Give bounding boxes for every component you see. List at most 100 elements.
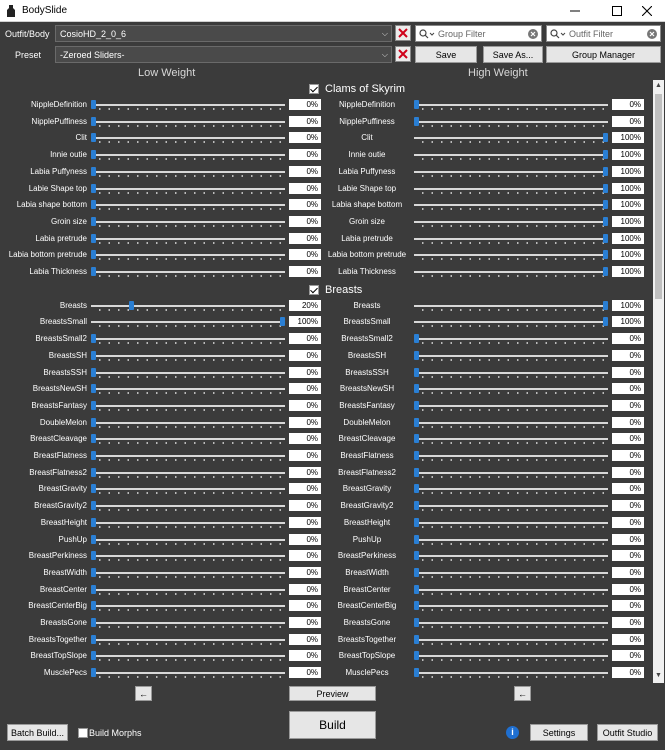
- low-weight-slider[interactable]: [91, 166, 285, 177]
- low-weight-slider[interactable]: [91, 400, 285, 411]
- slider-thumb[interactable]: [91, 350, 96, 360]
- high-weight-slider[interactable]: [414, 150, 608, 161]
- scrollbar-thumb[interactable]: [655, 94, 662, 299]
- low-weight-value-input[interactable]: 0%: [289, 500, 321, 512]
- slider-thumb[interactable]: [414, 334, 419, 344]
- slider-list[interactable]: Clams of Skyrim NippleDefinition 0% NippleD…: [5, 80, 652, 682]
- low-weight-slider[interactable]: [91, 216, 285, 227]
- high-weight-value-input[interactable]: 0%: [612, 533, 644, 545]
- high-weight-value-input[interactable]: 0%: [612, 99, 644, 110]
- low-weight-slider[interactable]: [91, 417, 285, 428]
- high-weight-slider[interactable]: [414, 484, 608, 495]
- low-weight-value-input[interactable]: 0%: [289, 349, 321, 361]
- high-weight-value-input[interactable]: 0%: [612, 115, 644, 127]
- low-weight-value-input[interactable]: 0%: [289, 132, 321, 144]
- slider-thumb[interactable]: [603, 216, 608, 226]
- group-header[interactable]: Breasts: [309, 282, 362, 298]
- low-weight-slider[interactable]: [91, 150, 285, 161]
- slider-thumb[interactable]: [414, 534, 419, 544]
- high-weight-value-input[interactable]: 0%: [612, 383, 644, 395]
- high-weight-slider[interactable]: [414, 618, 608, 628]
- scroll-up-icon[interactable]: ▲: [654, 82, 663, 91]
- slider-thumb[interactable]: [91, 200, 96, 210]
- high-weight-value-input[interactable]: 0%: [612, 516, 644, 528]
- slider-thumb[interactable]: [414, 384, 419, 394]
- high-weight-value-input[interactable]: 0%: [612, 333, 644, 345]
- high-weight-value-input[interactable]: 100%: [612, 316, 644, 328]
- low-weight-slider[interactable]: [91, 100, 285, 110]
- slider-thumb[interactable]: [414, 651, 419, 661]
- low-weight-value-input[interactable]: 0%: [289, 182, 321, 194]
- high-weight-slider[interactable]: [414, 400, 608, 411]
- low-weight-slider[interactable]: [91, 484, 285, 495]
- low-weight-value-input[interactable]: 0%: [289, 433, 321, 445]
- high-weight-slider[interactable]: [414, 651, 608, 662]
- build-morphs-checkbox[interactable]: [78, 728, 88, 738]
- high-weight-slider[interactable]: [414, 216, 608, 227]
- high-weight-slider[interactable]: [414, 434, 608, 445]
- low-weight-slider[interactable]: [91, 534, 285, 545]
- low-weight-slider[interactable]: [91, 250, 285, 261]
- vertical-scrollbar[interactable]: ▲ ▼: [653, 80, 664, 683]
- slider-thumb[interactable]: [414, 367, 419, 377]
- low-weight-slider[interactable]: [91, 350, 285, 361]
- slider-thumb[interactable]: [414, 668, 419, 678]
- low-weight-value-input[interactable]: 100%: [289, 316, 321, 328]
- low-weight-value-input[interactable]: 0%: [289, 600, 321, 612]
- high-weight-value-input[interactable]: 0%: [612, 667, 644, 679]
- high-weight-slider[interactable]: [414, 200, 608, 211]
- slider-thumb[interactable]: [91, 651, 96, 661]
- group-header[interactable]: Clams of Skyrim: [309, 81, 405, 97]
- high-weight-slider[interactable]: [414, 300, 608, 311]
- slider-thumb[interactable]: [91, 668, 96, 678]
- slider-thumb[interactable]: [414, 517, 419, 527]
- high-weight-slider[interactable]: [414, 350, 608, 361]
- high-weight-value-input[interactable]: 100%: [612, 165, 644, 177]
- low-weight-value-input[interactable]: 0%: [289, 215, 321, 227]
- slider-thumb[interactable]: [603, 183, 608, 193]
- slider-thumb[interactable]: [91, 534, 96, 544]
- slider-thumb[interactable]: [91, 250, 96, 260]
- slider-thumb[interactable]: [414, 434, 419, 444]
- close-button[interactable]: [629, 0, 665, 22]
- high-weight-value-input[interactable]: 0%: [612, 566, 644, 578]
- low-weight-value-input[interactable]: 0%: [289, 566, 321, 578]
- low-weight-value-input[interactable]: 0%: [289, 533, 321, 545]
- high-weight-value-input[interactable]: 0%: [612, 650, 644, 662]
- scroll-down-icon[interactable]: ▼: [654, 672, 663, 681]
- low-weight-slider[interactable]: [91, 334, 285, 345]
- slider-thumb[interactable]: [91, 484, 96, 494]
- low-weight-slider[interactable]: [91, 200, 285, 211]
- slider-thumb[interactable]: [414, 634, 419, 644]
- high-weight-slider[interactable]: [414, 567, 608, 578]
- low-weight-value-input[interactable]: 0%: [289, 416, 321, 428]
- slider-thumb[interactable]: [91, 166, 96, 176]
- low-weight-slider[interactable]: [91, 567, 285, 578]
- save-button[interactable]: Save: [415, 46, 477, 63]
- low-weight-value-input[interactable]: 0%: [289, 149, 321, 161]
- low-weight-slider[interactable]: [91, 384, 285, 395]
- low-weight-value-input[interactable]: 0%: [289, 633, 321, 645]
- slider-thumb[interactable]: [91, 384, 96, 394]
- low-weight-slider[interactable]: [91, 584, 285, 595]
- slider-thumb[interactable]: [91, 601, 96, 611]
- low-weight-value-input[interactable]: 0%: [289, 249, 321, 261]
- low-weight-value-input[interactable]: 0%: [289, 399, 321, 411]
- high-weight-value-input[interactable]: 100%: [612, 132, 644, 144]
- high-weight-slider[interactable]: [414, 334, 608, 345]
- low-weight-value-input[interactable]: 0%: [289, 383, 321, 395]
- high-weight-value-input[interactable]: 100%: [612, 299, 644, 311]
- slider-thumb[interactable]: [603, 317, 608, 327]
- build-button[interactable]: Build: [289, 711, 376, 739]
- slider-thumb[interactable]: [414, 100, 419, 109]
- low-weight-value-input[interactable]: 0%: [289, 199, 321, 211]
- high-weight-value-input[interactable]: 0%: [612, 633, 644, 645]
- high-weight-value-input[interactable]: 0%: [612, 416, 644, 428]
- low-weight-value-input[interactable]: 0%: [289, 450, 321, 461]
- high-weight-value-input[interactable]: 0%: [612, 617, 644, 628]
- slider-thumb[interactable]: [91, 233, 96, 243]
- low-weight-slider[interactable]: [91, 601, 285, 612]
- low-weight-slider[interactable]: [91, 367, 285, 378]
- copy-high-button[interactable]: ←: [514, 686, 531, 701]
- slider-thumb[interactable]: [414, 350, 419, 360]
